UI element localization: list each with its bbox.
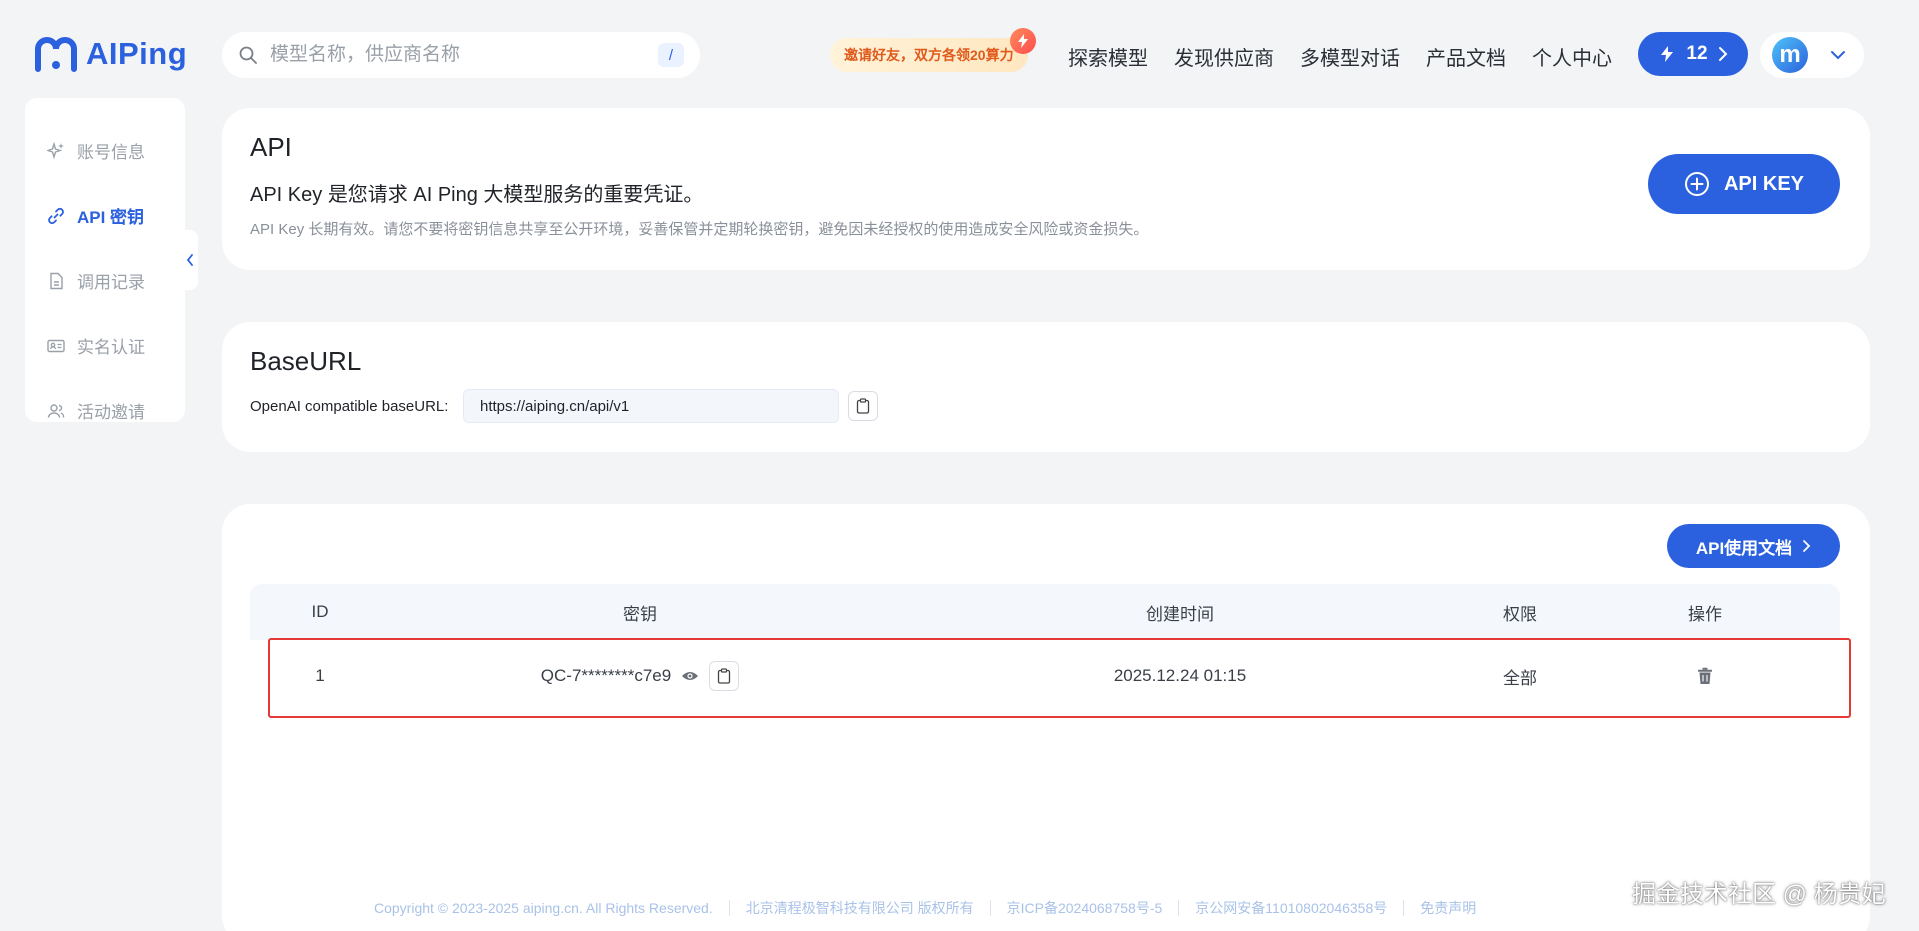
key-actions: [1570, 667, 1840, 685]
invite-banner[interactable]: 邀请好友，双方各领20算力: [830, 28, 1036, 72]
sidebar-item-label: 活动邀请: [77, 403, 145, 422]
copy-baseurl-button[interactable]: [848, 391, 878, 421]
top-header: AIPing / 邀请好友，双方各领20算力 探索模型 发现供应商 多模型对话 …: [0, 0, 1919, 110]
sidebar-item-label: 实名认证: [77, 338, 145, 357]
user-menu[interactable]: m: [1760, 32, 1864, 78]
table-row: 1 QC-7********c7e9 2025.12.24 01:15 全部: [250, 640, 1840, 712]
baseurl-card-title: BaseURL: [250, 346, 362, 376]
nav-multi-chat[interactable]: 多模型对话: [1300, 42, 1400, 71]
nav-providers[interactable]: 发现供应商: [1174, 42, 1274, 71]
column-header-id: ID: [311, 602, 329, 621]
key-created-time: 2025.12.24 01:15: [1113, 666, 1247, 685]
footer-copyright: Copyright © 2023-2025 aiping.cn. All Rig…: [374, 900, 713, 916]
invite-label: 邀请好友，双方各领20算力: [844, 47, 1014, 63]
logo-text: AIPing: [86, 36, 188, 71]
footer-separator: [1178, 900, 1180, 916]
column-header-actions: 操作: [1570, 600, 1840, 625]
column-header-permission: 权限: [1503, 604, 1537, 624]
footer-separator: [1403, 900, 1405, 916]
credits-button[interactable]: 12: [1638, 32, 1748, 76]
sidebar-item-account[interactable]: 账号信息: [25, 118, 185, 183]
footer-separator: [989, 900, 991, 916]
sidebar-item-call-logs[interactable]: 调用记录: [25, 248, 185, 313]
api-card-title: API: [250, 132, 292, 162]
footer-police-link[interactable]: 京公网安备11010802046358号: [1195, 898, 1387, 918]
baseurl-field[interactable]: https://aiping.cn/api/v1: [463, 389, 839, 423]
footer-separator: [728, 900, 730, 916]
link-icon: [48, 207, 64, 224]
add-api-key-button[interactable]: API KEY: [1648, 154, 1840, 214]
column-header-actions-label: 操作: [1688, 604, 1722, 624]
baseurl-card: BaseURL OpenAI compatible baseURL: https…: [222, 322, 1870, 452]
column-header-key: 密钥: [390, 600, 890, 625]
column-header-key-label: 密钥: [623, 604, 657, 624]
sidebar-item-label: API 密钥: [77, 208, 145, 227]
baseurl-label: OpenAI compatible baseURL:: [250, 398, 449, 415]
sidebar-item-invitations[interactable]: 活动邀请: [25, 378, 185, 443]
footer-company: 北京清程极智科技有限公司 版权所有: [745, 900, 974, 916]
search-bar[interactable]: /: [222, 32, 700, 78]
credits-value: 12: [1686, 43, 1708, 64]
sidebar-item-verification[interactable]: 实名认证: [25, 313, 185, 378]
clipboard-icon: [718, 668, 731, 684]
people-icon: [47, 403, 65, 418]
key-permission: 全部: [1503, 668, 1537, 688]
nav-docs[interactable]: 产品文档: [1426, 42, 1506, 71]
chevron-right-icon: [1718, 47, 1727, 61]
sidebar-item-label: 账号信息: [77, 143, 145, 162]
trash-icon[interactable]: [1697, 667, 1713, 685]
table-header: ID 密钥 创建时间 权限 操作: [250, 584, 1840, 640]
search-shortcut-badge: /: [658, 43, 684, 67]
avatar[interactable]: m: [1772, 37, 1808, 73]
api-description: API Key 是您请求 AI Ping 大模型服务的重要凭证。: [250, 184, 704, 206]
api-keys-card: API使用文档 ID 密钥 创建时间 权限 操作 1 QC-7********c…: [222, 504, 1870, 931]
footer-icp-link[interactable]: 京ICP备2024068758号-5: [1007, 898, 1163, 918]
sidebar-item-api-keys[interactable]: API 密钥: [25, 183, 185, 248]
add-api-key-label: API KEY: [1723, 172, 1805, 195]
key-id: 1: [315, 666, 325, 685]
nav-profile[interactable]: 个人中心: [1532, 42, 1612, 71]
key-cell: QC-7********c7e9: [390, 661, 890, 691]
column-header-created: 创建时间: [1146, 604, 1214, 624]
sidebar-item-label: 调用记录: [77, 273, 145, 292]
chevron-down-icon[interactable]: [1830, 50, 1846, 60]
lightning-icon: [1009, 28, 1036, 54]
chevron-left-icon: [186, 254, 193, 266]
api-docs-button[interactable]: API使用文档: [1667, 524, 1840, 568]
api-keys-table: ID 密钥 创建时间 权限 操作 1 QC-7********c7e9 2025…: [250, 584, 1840, 712]
clipboard-icon: [856, 398, 870, 414]
sidebar: 账号信息 API 密钥 调用记录 实名认证 活动邀请: [25, 98, 185, 422]
api-note: API Key 长期有效。请您不要将密钥信息共享至公开环境，妥善保管并定期轮换密…: [250, 221, 1149, 238]
page: AIPing / 邀请好友，双方各领20算力 探索模型 发现供应商 多模型对话 …: [0, 0, 1919, 931]
search-icon: [239, 46, 257, 64]
watermark: 掘金技术社区 @ 杨贵妃: [1632, 881, 1886, 908]
main-nav: 探索模型 发现供应商 多模型对话 产品文档 个人中心: [1068, 42, 1612, 71]
sidebar-collapse-handle[interactable]: [182, 230, 198, 290]
nav-explore-models[interactable]: 探索模型: [1068, 42, 1148, 71]
api-docs-label: API使用文档: [1695, 538, 1793, 558]
search-input[interactable]: [270, 44, 658, 66]
api-card: API API Key 是您请求 AI Ping 大模型服务的重要凭证。 API…: [222, 108, 1870, 270]
sparkle-icon: [47, 141, 64, 159]
footer: Copyright © 2023-2025 aiping.cn. All Rig…: [374, 898, 1476, 918]
logo[interactable]: AIPing: [34, 35, 187, 73]
key-value: QC-7********c7e9: [540, 666, 672, 685]
bolt-icon: [1661, 46, 1674, 62]
logo-mark-icon: [35, 37, 77, 72]
id-card-icon: [47, 339, 65, 352]
copy-key-button[interactable]: [709, 661, 740, 691]
chevron-right-icon: [1803, 540, 1811, 552]
eye-icon[interactable]: [681, 669, 699, 683]
plus-circle-icon: [1684, 172, 1709, 196]
file-icon: [50, 272, 63, 289]
footer-disclaimer-link[interactable]: 免责声明: [1420, 898, 1476, 918]
